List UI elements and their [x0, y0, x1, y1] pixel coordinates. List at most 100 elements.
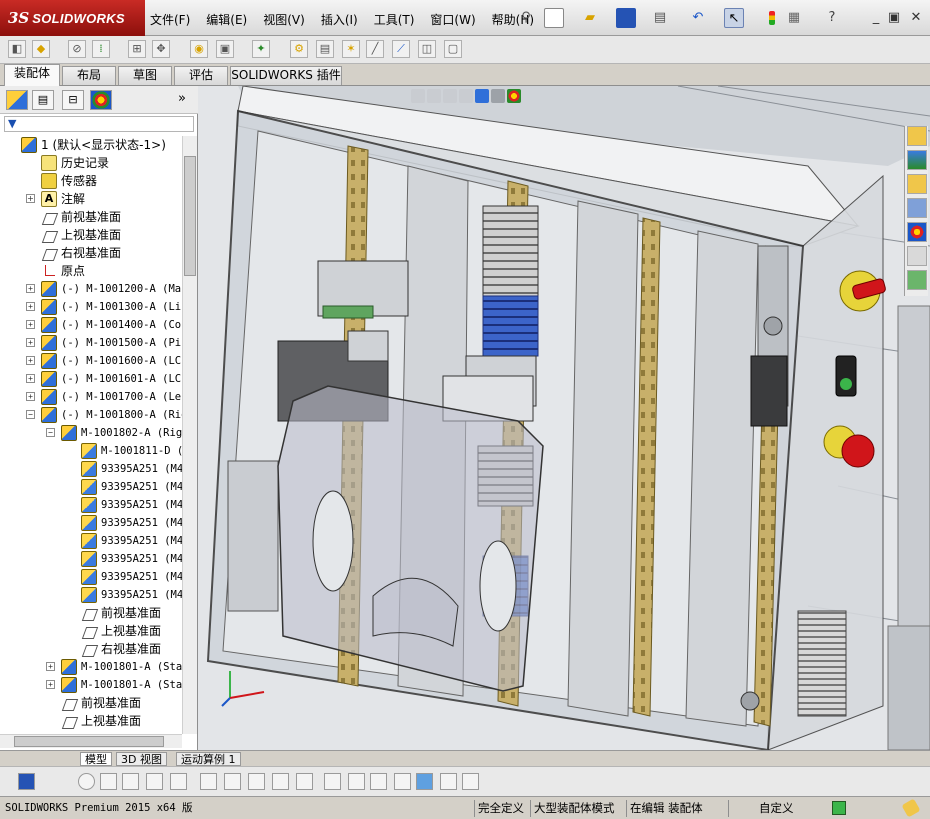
feature-tree-icon[interactable] [6, 90, 28, 110]
insert-components-icon[interactable]: ◆ [32, 40, 50, 58]
trim-icon[interactable] [122, 773, 139, 790]
expand-toggle-icon[interactable]: + [46, 662, 55, 671]
tab-motion-study[interactable]: 运动算例 1 [176, 752, 241, 766]
status-help-icon[interactable] [832, 801, 846, 815]
tab-evaluate[interactable]: 评估 [174, 66, 228, 85]
smart-dimension-icon[interactable] [272, 773, 289, 790]
expand-toggle-icon[interactable]: + [26, 302, 35, 311]
explode-line-sketch-icon[interactable]: ╱ [366, 40, 384, 58]
expand-toggle-icon[interactable]: + [26, 320, 35, 329]
menu-file[interactable]: 文件(F) [150, 11, 190, 28]
grid-icon[interactable] [324, 773, 341, 790]
smart-fasteners-icon[interactable]: ⊞ [128, 40, 146, 58]
tab-solidworks-addins[interactable]: SOLIDWORKS 插件 [230, 66, 342, 85]
convert-entities-icon[interactable] [146, 773, 163, 790]
restore-icon[interactable]: ▣ [884, 8, 904, 28]
interference-detection-icon[interactable]: ⟋ [392, 40, 410, 58]
filter-icon[interactable]: ▼ [8, 117, 16, 130]
line-icon[interactable] [100, 773, 117, 790]
edit-component-icon[interactable]: ◧ [8, 40, 26, 58]
relations-icon[interactable] [296, 773, 313, 790]
view-palette-icon[interactable] [907, 198, 927, 218]
print-icon[interactable]: ▤ [650, 8, 670, 28]
zoom-area-icon[interactable] [427, 89, 441, 103]
expand-toggle-icon[interactable]: + [26, 338, 35, 347]
menu-view[interactable]: 视图(V) [263, 11, 305, 28]
show-hidden-icon[interactable]: ◉ [190, 40, 208, 58]
mirror-icon[interactable] [200, 773, 217, 790]
save-icon[interactable] [616, 8, 636, 28]
assembly-features-icon[interactable]: ▣ [216, 40, 234, 58]
scrollbar-thumb[interactable] [184, 156, 196, 276]
menu-edit[interactable]: 编辑(E) [206, 11, 247, 28]
move-component-icon[interactable]: ✥ [152, 40, 170, 58]
expand-toggle-icon[interactable]: + [26, 284, 35, 293]
snap-icon[interactable] [348, 773, 365, 790]
design-library-icon[interactable] [907, 150, 927, 170]
appearance-icon[interactable] [507, 89, 521, 103]
solidworks-forum-icon[interactable] [907, 270, 927, 290]
3d-box-icon[interactable] [394, 773, 411, 790]
options-icon[interactable]: ▦ [784, 8, 804, 28]
section-view-icon[interactable] [459, 89, 473, 103]
appearances-scenes-icon[interactable] [907, 222, 927, 242]
expand-toggle-icon[interactable]: + [26, 392, 35, 401]
undo-icon[interactable]: ↶ [688, 8, 708, 28]
tag-icon[interactable] [901, 798, 921, 818]
tree-horizontal-scrollbar[interactable] [0, 734, 182, 748]
collapse-toggle-icon[interactable]: − [26, 410, 35, 419]
new-document-icon[interactable] [544, 8, 564, 28]
sketch-pattern-icon[interactable] [370, 773, 387, 790]
tab-layout[interactable]: 布局 [62, 66, 116, 85]
circle-icon[interactable] [78, 773, 95, 790]
linear-sketch-pattern-icon[interactable] [224, 773, 241, 790]
tab-assembly[interactable]: 装配体 [4, 64, 60, 86]
file-explorer-icon[interactable] [907, 174, 927, 194]
shaded-box-icon[interactable] [416, 773, 433, 790]
view-toggle-icon[interactable] [440, 773, 457, 790]
tree-vertical-scrollbar[interactable] [182, 136, 197, 734]
configuration-manager-icon[interactable]: ⊟ [62, 90, 84, 110]
expand-toggle-icon[interactable]: + [26, 194, 35, 203]
menu-tools[interactable]: 工具(T) [374, 11, 415, 28]
expand-chevron-icon[interactable]: » [178, 91, 186, 106]
offset-icon[interactable] [170, 773, 187, 790]
view-orientation-icon[interactable] [475, 89, 489, 103]
clearance-verification-icon[interactable]: ◫ [418, 40, 436, 58]
rebuild-traffic-light-icon[interactable] [762, 8, 782, 28]
select-arrow-icon[interactable]: ↖ [724, 8, 744, 28]
property-manager-icon[interactable]: ▤ [32, 90, 54, 110]
tab-model[interactable]: 模型 [80, 752, 112, 766]
status-units[interactable]: 自定义 [728, 800, 818, 817]
tree-filter[interactable]: ▼ [4, 116, 194, 132]
menu-insert[interactable]: 插入(I) [321, 11, 358, 28]
reference-geometry-icon[interactable]: ✦ [252, 40, 270, 58]
expand-toggle-icon[interactable]: + [26, 374, 35, 383]
hole-alignment-icon[interactable]: ▢ [444, 40, 462, 58]
scrollbar-thumb[interactable] [14, 736, 164, 747]
save-icon[interactable] [18, 773, 35, 790]
linear-pattern-icon[interactable]: ⁞ [92, 40, 110, 58]
expand-toggle-icon[interactable]: + [46, 680, 55, 689]
move-entities-icon[interactable] [248, 773, 265, 790]
tab-3d-view[interactable]: 3D 视图 [116, 752, 167, 766]
minimize-icon[interactable]: _ [866, 8, 886, 28]
custom-properties-icon[interactable] [907, 246, 927, 266]
graphics-area[interactable] [198, 86, 930, 750]
display-manager-icon[interactable] [90, 90, 112, 110]
previous-view-icon[interactable] [443, 89, 457, 103]
open-folder-icon[interactable]: ▰ [580, 8, 600, 28]
tab-sketch[interactable]: 草图 [118, 66, 172, 85]
new-motion-study-icon[interactable]: ⚙ [290, 40, 308, 58]
pin-icon[interactable]: ⚲ [516, 8, 536, 28]
close-icon[interactable]: ✕ [906, 8, 926, 28]
table-icon[interactable] [462, 773, 479, 790]
collapse-toggle-icon[interactable]: − [46, 428, 55, 437]
bill-of-materials-icon[interactable]: ▤ [316, 40, 334, 58]
expand-toggle-icon[interactable]: + [26, 356, 35, 365]
menu-window[interactable]: 窗口(W) [430, 11, 475, 28]
zoom-to-fit-icon[interactable] [411, 89, 425, 103]
display-style-icon[interactable] [491, 89, 505, 103]
help-question-icon[interactable]: ? [822, 8, 842, 28]
solidworks-logo[interactable]: 3S SOLIDWORKS [0, 0, 145, 36]
